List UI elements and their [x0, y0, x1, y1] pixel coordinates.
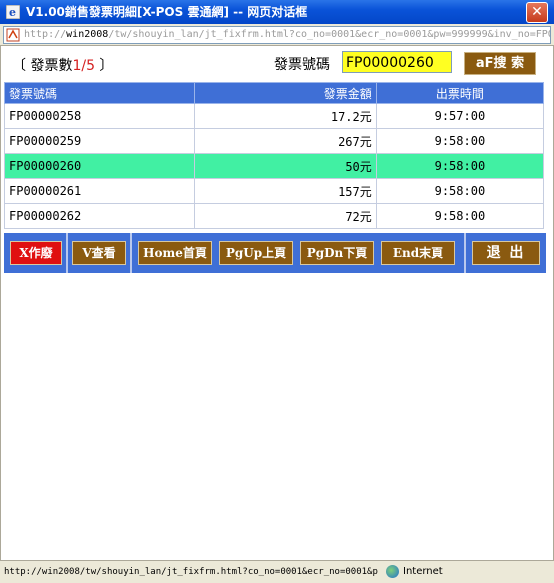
security-zone: Internet — [386, 561, 443, 583]
cell-amount: 17.2元 — [194, 103, 377, 129]
address-bar: http://win2008/tw/shouyin_lan/jt_fixfrm.… — [0, 24, 554, 46]
cell-time: 9:58:00 — [375, 128, 545, 154]
invoice-number-input[interactable]: FP00000260 — [342, 51, 452, 73]
cell-amount: 267元 — [194, 128, 377, 154]
zone-label: Internet — [403, 566, 443, 577]
invoice-count: 〔 發票數1/5 〕 — [12, 55, 113, 75]
cell-time: 9:58:00 — [375, 203, 545, 229]
invoice-table: 發票號碼 發票金額 出票時間 FP00000258 17.2元 9:57:00 … — [3, 82, 545, 229]
button-divider — [464, 233, 466, 273]
invoice-number-label: 發票號碼 — [274, 57, 330, 73]
page-up-button[interactable]: PgUp上頁 — [219, 241, 293, 265]
end-button[interactable]: End末頁 — [381, 241, 455, 265]
title-bar: e V1.00銷售發票明細[X-POS 雲通網] -- 网页对话框 ✕ — [0, 0, 554, 24]
count-open: 〔 發票數 — [12, 58, 73, 74]
search-button[interactable]: aF搜 索 — [464, 52, 536, 75]
cell-invoice: FP00000260 — [3, 153, 196, 179]
cell-amount: 72元 — [194, 203, 377, 229]
table-row[interactable]: FP00000259 267元 9:58:00 — [3, 128, 545, 154]
ie-app-icon: e — [6, 5, 20, 19]
page-down-button[interactable]: PgDn下頁 — [300, 241, 374, 265]
cell-time: 9:57:00 — [375, 103, 545, 129]
count-close: 〕 — [94, 58, 114, 74]
cell-time: 9:58:00 — [375, 178, 545, 204]
column-header-time[interactable]: 出票時間 — [375, 82, 545, 104]
cell-time: 9:58:00 — [375, 153, 545, 179]
cell-amount: 50元 — [194, 153, 377, 179]
count-current: 1/5 — [72, 58, 95, 74]
cell-invoice: FP00000262 — [3, 203, 196, 229]
close-button[interactable]: ✕ — [526, 2, 548, 23]
cell-invoice: FP00000261 — [3, 178, 196, 204]
cell-invoice: FP00000259 — [3, 128, 196, 154]
globe-icon — [386, 564, 399, 578]
home-button[interactable]: Home首頁 — [138, 241, 212, 265]
button-divider — [66, 233, 68, 273]
void-button[interactable]: X作廢 — [10, 241, 62, 265]
column-header-invoice[interactable]: 發票號碼 — [3, 82, 196, 104]
table-header-row: 發票號碼 發票金額 出票時間 — [3, 82, 545, 104]
status-bar: http://win2008/tw/shouyin_lan/jt_fixfrm.… — [0, 560, 554, 583]
view-button[interactable]: V查看 — [72, 241, 126, 265]
button-divider — [130, 233, 132, 273]
address-prefix: http:// — [24, 29, 67, 40]
page-icon — [6, 28, 20, 42]
column-header-amount[interactable]: 發票金額 — [194, 82, 377, 104]
svg-text:e: e — [9, 6, 16, 19]
table-row[interactable]: FP00000258 17.2元 9:57:00 — [3, 103, 545, 129]
table-row-selected[interactable]: FP00000260 50元 9:58:00 — [3, 153, 545, 179]
exit-button[interactable]: 退 出 — [472, 241, 540, 265]
cell-invoice: FP00000258 — [3, 103, 196, 129]
address-path: /tw/shouyin_lan/jt_fixfrm.html?co_no=000… — [108, 29, 551, 40]
table-row[interactable]: FP00000262 72元 9:58:00 — [3, 203, 545, 229]
window-title: V1.00銷售發票明細[X-POS 雲通網] -- 网页对话框 — [26, 5, 308, 19]
address-host: win2008 — [66, 29, 109, 40]
table-row[interactable]: FP00000261 157元 9:58:00 — [3, 178, 545, 204]
button-bar: X作廢 V查看 Home首頁 PgUp上頁 PgDn下頁 End末頁 退 出 — [4, 233, 546, 273]
address-field[interactable]: http://win2008/tw/shouyin_lan/jt_fixfrm.… — [3, 26, 551, 44]
cell-amount: 157元 — [194, 178, 377, 204]
status-url: http://win2008/tw/shouyin_lan/jt_fixfrm.… — [4, 567, 378, 577]
